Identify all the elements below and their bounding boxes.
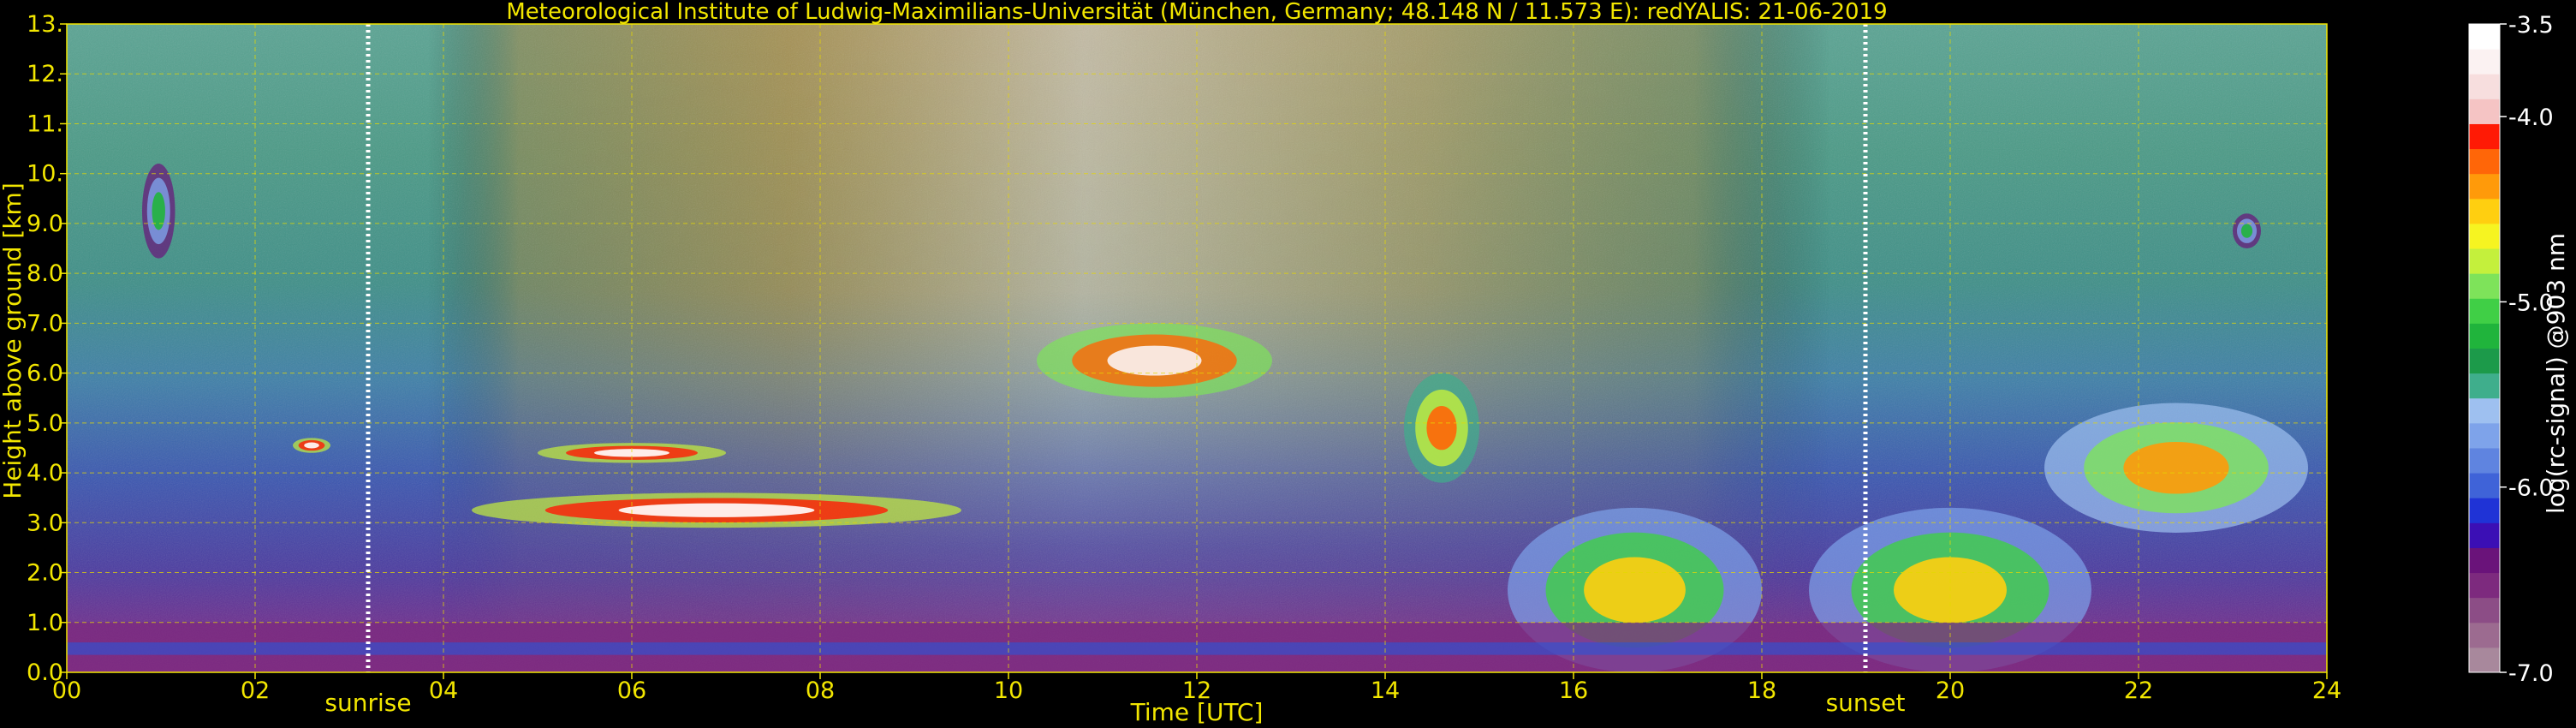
colorbar-segment (2469, 373, 2500, 399)
x-tick-label: 24 (2312, 677, 2341, 704)
colorbar-segment (2469, 273, 2500, 299)
y-tick-label: 11. (27, 110, 63, 137)
colorbar-segment (2469, 148, 2500, 175)
colorbar-segment (2469, 49, 2500, 75)
y-tick-label: 6.0 (27, 361, 63, 387)
x-tick-label: 08 (806, 677, 835, 704)
y-tick-label: 5.0 (27, 410, 63, 437)
colorbar-segment (2469, 98, 2500, 124)
cloud-feature (1404, 373, 1479, 483)
x-tick-label: 10 (994, 677, 1023, 704)
colorbar-segment (2469, 522, 2500, 548)
y-tick-label: 1.0 (27, 610, 63, 636)
x-tick-label: 18 (1747, 677, 1776, 704)
y-tick-label: 13. (27, 11, 63, 38)
colorbar-segment (2469, 447, 2500, 474)
colorbar-segment (2469, 572, 2500, 599)
colorbar-segment (2469, 498, 2500, 523)
colorbar-segment (2469, 348, 2500, 374)
y-tick-label: 12. (27, 61, 63, 87)
x-tick-label: 20 (1936, 677, 1965, 704)
colorbar-tick-label: -3.5 (2508, 12, 2554, 39)
x-tick-label: 16 (1559, 677, 1588, 704)
colorbar-segment (2469, 198, 2500, 224)
chart-title: Meteorological Institute of Ludwig-Maxim… (506, 0, 1887, 25)
colorbar-segment (2469, 622, 2500, 648)
colorbar-segment (2469, 397, 2500, 424)
colorbar-tick-label: -4.0 (2508, 104, 2554, 131)
cloud-feature (2044, 403, 2308, 533)
y-tick-label: 4.0 (27, 460, 63, 486)
cloud-feature (1037, 323, 1272, 398)
colorbar-segment (2469, 123, 2500, 150)
y-tick-label: 3.0 (27, 510, 63, 536)
colorbar: -3.5-4.0-5.0-6.0-7.0 (2468, 12, 2554, 687)
cloud-feature (142, 164, 176, 259)
cloud-feature (293, 438, 330, 453)
x-tick-label: 22 (2124, 677, 2153, 704)
y-axis-label: Height above ground [km] (0, 182, 27, 499)
x-tick-label: 14 (1371, 677, 1400, 704)
colorbar-segment (2469, 422, 2500, 449)
sunrise-label: sunrise (324, 689, 411, 717)
sunset-label: sunset (1826, 689, 1906, 717)
colorbar-segment (2469, 223, 2500, 249)
y-tick-label: 9.0 (27, 211, 63, 237)
x-tick-label: 04 (429, 677, 458, 704)
x-axis-label: Time [UTC] (1130, 698, 1264, 726)
colorbar-segment (2469, 323, 2500, 349)
x-tick-label: 02 (241, 677, 270, 704)
y-tick-label: 0.0 (27, 659, 63, 686)
colorbar-segment (2469, 473, 2500, 498)
y-tick-label: 7.0 (27, 310, 63, 337)
colorbar-segment (2469, 547, 2500, 574)
colorbar-label: log(rc-signal) @903 nm (2542, 233, 2570, 514)
y-tick-label: 10. (27, 161, 63, 188)
colorbar-segment (2469, 173, 2500, 200)
y-tick-label: 8.0 (27, 260, 63, 287)
lidar-chart: sunrise sunset 00 02 04 06 08 10 12 14 16 18 20 22 24… (0, 0, 2570, 726)
colorbar-segment (2469, 597, 2500, 624)
colorbar-tick-label: -7.0 (2508, 660, 2554, 687)
x-tick-label: 06 (617, 677, 646, 704)
colorbar-segment (2469, 647, 2500, 673)
colorbar-segment (2469, 74, 2500, 99)
cloud-feature (2233, 213, 2261, 249)
y-axis-ticks: 0.0 1.0 2.0 3.0 4.0 5.0 6.0 7.0 8.0 9.0 10. 11. 12. 1… (27, 11, 67, 686)
colorbar-segment (2469, 298, 2500, 324)
colorbar-segment (2469, 24, 2500, 50)
y-tick-label: 2.0 (27, 560, 63, 587)
colorbar-segment (2469, 248, 2500, 274)
